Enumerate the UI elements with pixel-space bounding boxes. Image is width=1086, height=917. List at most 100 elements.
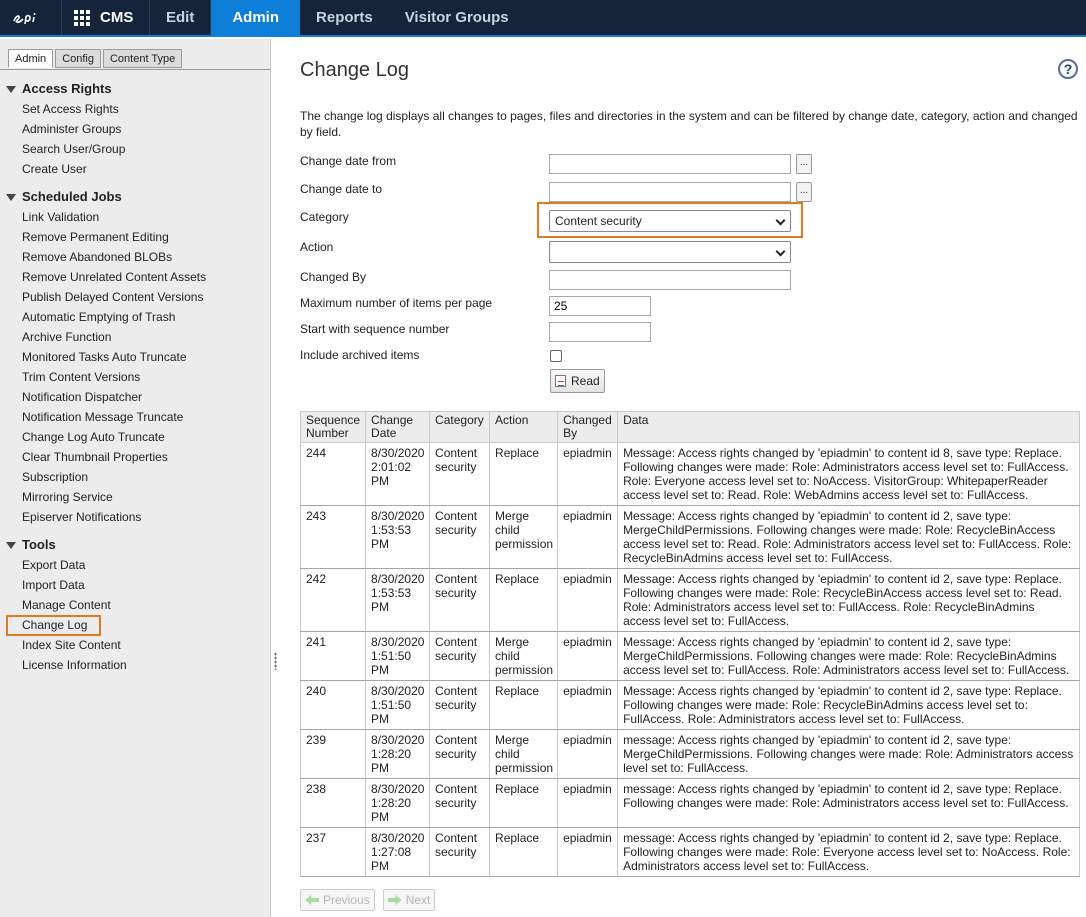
cell-category: Content security <box>429 778 491 828</box>
cell-data: Message: Access rights changed by 'epiad… <box>617 680 1080 730</box>
sidebar-item-notification-message-truncate[interactable]: Notification Message Truncate <box>0 407 270 427</box>
table-row: 240 8/30/2020 1:51:50 PM Content securit… <box>299 680 1080 730</box>
sidebar-item-remove-permanent-editing[interactable]: Remove Permanent Editing <box>0 227 270 247</box>
change-date-from-label: Change date from <box>300 154 397 168</box>
cell-date: 8/30/2020 1:53:53 PM <box>365 568 431 632</box>
sidebar-item-link-validation[interactable]: Link Validation <box>0 207 270 227</box>
collapse-triangle-icon <box>6 193 16 201</box>
sidebar-item-create-user[interactable]: Create User <box>0 159 270 179</box>
cell-date: 8/30/2020 1:28:20 PM <box>365 729 431 779</box>
cell-changed-by: epiadmin <box>557 680 619 730</box>
cell-sequence: 239 <box>299 729 367 779</box>
category-select[interactable]: Content security <box>549 210 791 232</box>
cell-data: Message: Access rights changed by 'epiad… <box>617 442 1080 506</box>
sidebar-item-archive-function[interactable]: Archive Function <box>0 327 270 347</box>
cell-action: Merge child permission <box>489 729 559 779</box>
read-button[interactable]: Read <box>550 369 605 393</box>
sidebar-item-change-log[interactable]: Change Log <box>0 615 270 636</box>
cell-changed-by: epiadmin <box>557 631 619 681</box>
change-date-from-input[interactable] <box>549 154 791 174</box>
cell-data: message: Access rights changed by 'epiad… <box>617 778 1080 828</box>
sidebar-item-notification-dispatcher[interactable]: Notification Dispatcher <box>0 387 270 407</box>
app-name: CMS <box>100 9 134 26</box>
table-row: 241 8/30/2020 1:51:50 PM Content securit… <box>299 631 1080 681</box>
start-sequence-input[interactable] <box>549 322 651 342</box>
category-label: Category <box>300 210 349 224</box>
group-tools[interactable]: Tools <box>0 535 270 555</box>
episerver-logo-icon[interactable] <box>0 0 62 35</box>
sidebar-item-trim-content-versions[interactable]: Trim Content Versions <box>0 367 270 387</box>
app-grid-icon <box>74 9 90 26</box>
header-changed-by[interactable]: Changed By <box>557 411 619 443</box>
sidebar-item-publish-delayed-content-versions[interactable]: Publish Delayed Content Versions <box>0 287 270 307</box>
include-archived-checkbox[interactable] <box>550 350 562 362</box>
nav-visitor-groups[interactable]: Visitor Groups <box>389 0 525 35</box>
group-scheduled-jobs[interactable]: Scheduled Jobs <box>0 187 270 207</box>
tab-content-type[interactable]: Content Type <box>102 49 183 68</box>
sidebar-item-import-data[interactable]: Import Data <box>0 575 270 595</box>
sidebar-item-episerver-notifications[interactable]: Episerver Notifications <box>0 507 270 527</box>
header-category[interactable]: Category <box>429 411 491 443</box>
read-button-label: Read <box>571 374 600 388</box>
table-row: 244 8/30/2020 2:01:02 PM Content securit… <box>299 442 1080 506</box>
cell-action: Replace <box>489 778 559 828</box>
cell-sequence: 244 <box>299 442 367 506</box>
header-action[interactable]: Action <box>489 411 559 443</box>
sidebar-item-automatic-emptying-of-trash[interactable]: Automatic Emptying of Trash <box>0 307 270 327</box>
cell-changed-by: epiadmin <box>557 827 619 877</box>
action-select[interactable] <box>549 241 791 263</box>
nav-reports[interactable]: Reports <box>300 0 389 35</box>
sidebar-item-mirroring-service[interactable]: Mirroring Service <box>0 487 270 507</box>
max-items-input[interactable] <box>549 296 651 316</box>
sidebar-resize-handle[interactable] <box>274 652 277 670</box>
cell-data: message: Access rights changed by 'epiad… <box>617 729 1080 779</box>
header-data[interactable]: Data <box>617 411 1080 443</box>
previous-button[interactable]: Previous <box>300 889 375 911</box>
sidebar-item-export-data[interactable]: Export Data <box>0 555 270 575</box>
sidebar-item-set-access-rights[interactable]: Set Access Rights <box>0 99 270 119</box>
sidebar-item-remove-unrelated-content-assets[interactable]: Remove Unrelated Content Assets <box>0 267 270 287</box>
sidebar-item-subscription[interactable]: Subscription <box>0 467 270 487</box>
page-description: The change log displays all changes to p… <box>300 109 1078 139</box>
sidebar-item-change-log-auto-truncate[interactable]: Change Log Auto Truncate <box>0 427 270 447</box>
sidebar-item-monitored-tasks-auto-truncate[interactable]: Monitored Tasks Auto Truncate <box>0 347 270 367</box>
sidebar-item-index-site-content[interactable]: Index Site Content <box>0 635 270 655</box>
group-access-rights[interactable]: Access Rights <box>0 79 270 99</box>
start-sequence-label: Start with sequence number <box>300 322 450 336</box>
sidebar-item-clear-thumbnail-properties[interactable]: Clear Thumbnail Properties <box>0 447 270 467</box>
help-icon[interactable]: ? <box>1058 59 1078 79</box>
table-row: 237 8/30/2020 1:27:08 PM Content securit… <box>299 827 1080 877</box>
tab-config[interactable]: Config <box>55 49 101 68</box>
cell-changed-by: epiadmin <box>557 568 619 632</box>
cell-action: Merge child permission <box>489 505 559 569</box>
change-log-table: Sequence Number Change Date Category Act… <box>299 411 1080 877</box>
change-date-to-input[interactable] <box>549 182 791 202</box>
sidebar-item-remove-abandoned-blobs[interactable]: Remove Abandoned BLOBs <box>0 247 270 267</box>
app-switcher[interactable]: CMS <box>62 0 150 35</box>
next-button[interactable]: Next <box>382 889 436 911</box>
cell-changed-by: epiadmin <box>557 729 619 779</box>
changed-by-input[interactable] <box>549 270 791 290</box>
collapse-triangle-icon <box>6 541 16 549</box>
sidebar-item-administer-groups[interactable]: Administer Groups <box>0 119 270 139</box>
cell-changed-by: epiadmin <box>557 442 619 506</box>
sidebar-item-manage-content[interactable]: Manage Content <box>0 595 270 615</box>
collapse-triangle-icon <box>6 85 16 93</box>
page-title: Change Log <box>300 59 409 81</box>
tab-admin[interactable]: Admin <box>8 49 54 68</box>
nav-admin[interactable]: Admin <box>211 0 301 35</box>
change-date-from-picker-button[interactable]: ... <box>796 154 812 174</box>
arrow-right-icon <box>387 895 402 905</box>
nav-edit[interactable]: Edit <box>150 0 212 35</box>
cell-category: Content security <box>429 680 491 730</box>
header-change-date[interactable]: Change Date <box>365 411 431 443</box>
chevron-down-icon <box>775 215 786 226</box>
sidebar-item-search-user-group[interactable]: Search User/Group <box>0 139 270 159</box>
header-sequence-number[interactable]: Sequence Number <box>299 411 367 443</box>
action-label: Action <box>300 240 334 254</box>
cell-sequence: 240 <box>299 680 367 730</box>
change-date-to-picker-button[interactable]: ... <box>796 182 812 202</box>
cell-category: Content security <box>429 505 491 569</box>
sidebar-item-license-information[interactable]: License Information <box>0 655 270 675</box>
cell-changed-by: epiadmin <box>557 505 619 569</box>
